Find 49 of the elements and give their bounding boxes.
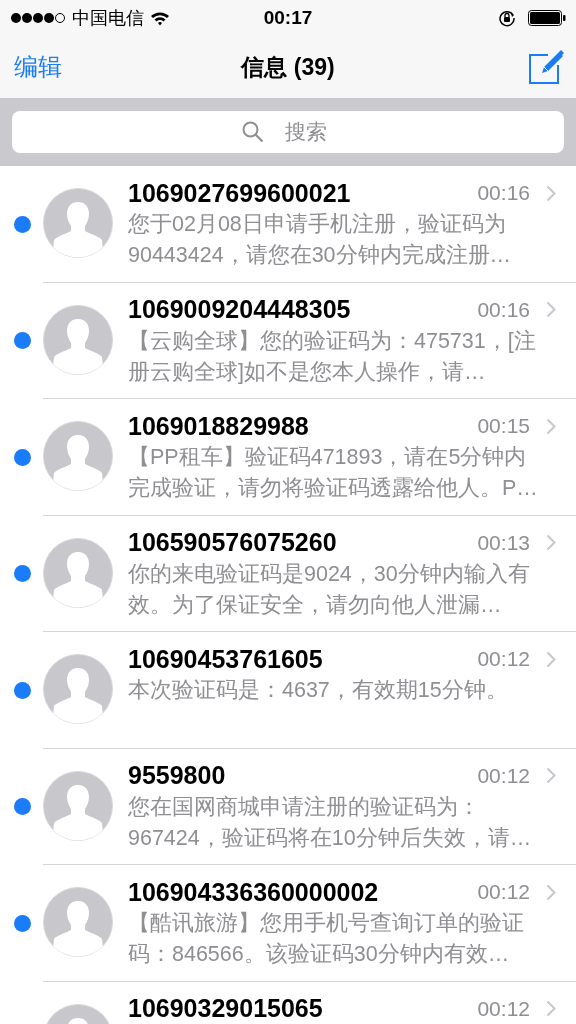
avatar-icon: [43, 421, 113, 491]
message-time: 00:16: [477, 297, 530, 322]
message-preview: 【PP租车】验证码471893，请在5分钟内完成验证，请勿将验证码透露给他人。P…: [128, 444, 539, 502]
avatar-icon: [43, 537, 113, 608]
message-time: 00:15: [477, 414, 530, 438]
chevron-icon: [546, 417, 556, 435]
chevron-icon: [546, 650, 556, 668]
signal-icon: [10, 12, 66, 24]
sender-name: 1069027699600021: [128, 178, 352, 208]
message-time: 00:12: [477, 996, 530, 1021]
chevron-icon: [546, 883, 556, 901]
message-preview: 【酷讯旅游】您用手机号查询订单的验证码：846566。该验证码30分钟内有效…: [128, 910, 525, 968]
sender-name: 10690453761605: [128, 644, 324, 674]
avatar-icon: [43, 654, 113, 724]
message-preview: 本次验证码是：4637，有效期15分钟。: [128, 677, 509, 704]
message-preview: 您在国网商城申请注册的验证码为：967424，验证码将在10分钟后失效，请…: [128, 793, 533, 852]
sender-name: 106590576075260: [128, 528, 338, 557]
avatar-icon: [43, 304, 113, 375]
avatar-icon: [43, 188, 113, 258]
message-preview: 【云购全球】您的验证码为：475731，[注册云购全球]如不是您本人操作，请…: [128, 327, 537, 386]
search-field[interactable]: 搜索: [12, 111, 564, 153]
message-time: 00:12: [477, 647, 530, 671]
chevron-icon: [546, 184, 556, 202]
avatar-icon: [43, 770, 113, 841]
message-time: 00:12: [477, 763, 530, 788]
rotation-lock-icon: [498, 9, 516, 27]
message-time: 00:12: [477, 880, 530, 904]
sender-name: 10690329015065: [128, 994, 324, 1023]
sender-name: 9559800: [128, 761, 227, 790]
status-time: 00:17: [263, 7, 313, 29]
wifi-icon: [150, 10, 170, 26]
avatar-icon: [43, 887, 113, 957]
chevron-icon: [546, 534, 556, 551]
search-icon: [242, 121, 264, 143]
battery-icon: [528, 10, 566, 26]
message-preview: 你的来电验证码是9024，30分钟内输入有效。为了保证安全，请勿向他人泄漏…: [128, 560, 531, 619]
sender-name: 1069009204448305: [128, 295, 352, 324]
message-preview: 您于02月08日申请手机注册，验证码为90443424，请您在30分钟内完成注册…: [128, 211, 513, 269]
sender-name: 1069018829988: [128, 411, 310, 441]
sender-name: 106904336360000002: [128, 877, 380, 907]
carrier-name: 中国电信: [72, 7, 144, 30]
chevron-icon: [546, 301, 556, 318]
screen-title: 信息 (39): [241, 52, 335, 82]
message-time: 00:13: [477, 530, 530, 555]
chevron-icon: [546, 1000, 556, 1017]
message-time: 00:16: [477, 181, 530, 205]
chevron-icon: [546, 767, 556, 784]
edit-button[interactable]: 编辑: [14, 51, 62, 83]
compose-icon[interactable]: [528, 49, 564, 85]
